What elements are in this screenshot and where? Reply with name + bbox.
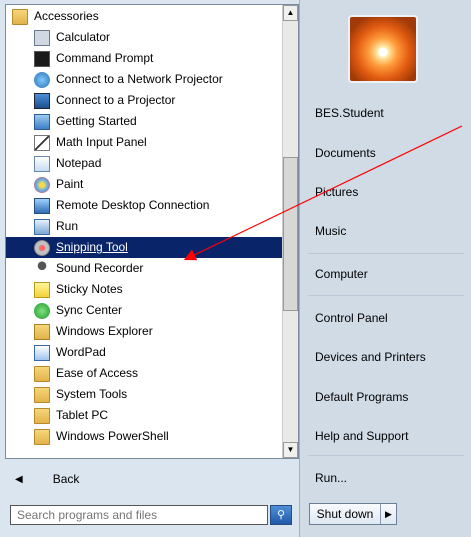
- network-projector-icon: [34, 71, 50, 88]
- link-documents[interactable]: Documents: [315, 146, 376, 160]
- search-icon[interactable]: ⚲: [270, 505, 292, 525]
- program-calculator[interactable]: Calculator: [34, 27, 110, 48]
- folder-icon: [12, 8, 28, 25]
- math-input-icon: [34, 134, 50, 151]
- link-pictures[interactable]: Pictures: [315, 185, 358, 199]
- link-devices-and-printers[interactable]: Devices and Printers: [315, 350, 426, 364]
- program-getting-started[interactable]: Getting Started: [34, 111, 137, 132]
- folder-icon: [34, 365, 50, 382]
- windows-explorer-icon: [34, 323, 50, 340]
- microphone-icon: [34, 260, 50, 277]
- program-list: Accessories Calculator Command Prompt Co…: [6, 5, 282, 458]
- program-run[interactable]: Run: [34, 216, 78, 237]
- run-icon: [34, 218, 50, 235]
- separator: [308, 295, 464, 296]
- link-user-folder[interactable]: BES.Student: [315, 106, 384, 120]
- shutdown-button[interactable]: Shut down: [310, 504, 381, 524]
- calculator-icon: [34, 29, 50, 46]
- separator: [308, 455, 464, 456]
- sync-center-icon: [34, 302, 50, 319]
- folder-icon: [34, 428, 50, 445]
- program-paint[interactable]: Paint: [34, 174, 83, 195]
- snipping-tool-icon: [34, 239, 50, 256]
- link-music[interactable]: Music: [315, 224, 346, 238]
- folder-windows-powershell[interactable]: Windows PowerShell: [34, 426, 169, 447]
- program-sound-recorder[interactable]: Sound Recorder: [34, 258, 143, 279]
- folder-ease-of-access[interactable]: Ease of Access: [34, 363, 138, 384]
- getting-started-icon: [34, 113, 50, 130]
- sticky-notes-icon: [34, 281, 50, 298]
- back-button[interactable]: ◀ Back: [5, 463, 299, 495]
- scroll-up-arrow-icon[interactable]: ▲: [283, 5, 298, 21]
- start-menu: Accessories Calculator Command Prompt Co…: [0, 0, 471, 537]
- folder-icon: [34, 386, 50, 403]
- command-prompt-icon: [34, 50, 50, 67]
- program-wordpad[interactable]: WordPad: [34, 342, 106, 363]
- link-run[interactable]: Run...: [315, 471, 347, 485]
- link-default-programs[interactable]: Default Programs: [315, 390, 408, 404]
- program-sticky-notes[interactable]: Sticky Notes: [34, 279, 123, 300]
- shutdown-options-arrow-icon[interactable]: ▶: [381, 504, 396, 524]
- back-label: Back: [52, 472, 80, 486]
- program-windows-explorer[interactable]: Windows Explorer: [34, 321, 153, 342]
- scroll-down-arrow-icon[interactable]: ▼: [283, 442, 298, 458]
- program-connect-projector[interactable]: Connect to a Projector: [34, 90, 175, 111]
- folder-system-tools[interactable]: System Tools: [34, 384, 127, 405]
- link-control-panel[interactable]: Control Panel: [315, 311, 388, 325]
- wordpad-icon: [34, 344, 50, 361]
- projector-icon: [34, 92, 50, 109]
- program-math-input-panel[interactable]: Math Input Panel: [34, 132, 147, 153]
- program-connect-network-projector[interactable]: Connect to a Network Projector: [34, 69, 223, 90]
- separator: [308, 253, 464, 254]
- folder-icon: [34, 407, 50, 424]
- all-programs-pane: Accessories Calculator Command Prompt Co…: [5, 4, 299, 459]
- back-arrow-icon: ◀: [15, 473, 23, 485]
- paint-icon: [34, 176, 50, 193]
- notepad-icon: [34, 155, 50, 172]
- program-remote-desktop[interactable]: Remote Desktop Connection: [34, 195, 209, 216]
- folder-tablet-pc[interactable]: Tablet PC: [34, 405, 108, 426]
- link-help-and-support[interactable]: Help and Support: [315, 429, 408, 443]
- search-input[interactable]: [10, 505, 268, 525]
- scroll-thumb[interactable]: [283, 157, 298, 311]
- program-sync-center[interactable]: Sync Center: [34, 300, 122, 321]
- user-avatar[interactable]: [348, 15, 418, 83]
- link-computer[interactable]: Computer: [315, 267, 368, 281]
- shutdown-button-group: Shut down ▶: [309, 503, 397, 525]
- program-snipping-tool[interactable]: Snipping Tool: [6, 237, 282, 258]
- remote-desktop-icon: [34, 197, 50, 214]
- program-command-prompt[interactable]: Command Prompt: [34, 48, 153, 69]
- program-notepad[interactable]: Notepad: [34, 153, 101, 174]
- program-list-scrollbar[interactable]: ▲ ▼: [282, 5, 298, 458]
- right-pane: BES.Student Documents Pictures Music Com…: [299, 0, 471, 537]
- folder-accessories[interactable]: Accessories: [12, 6, 99, 27]
